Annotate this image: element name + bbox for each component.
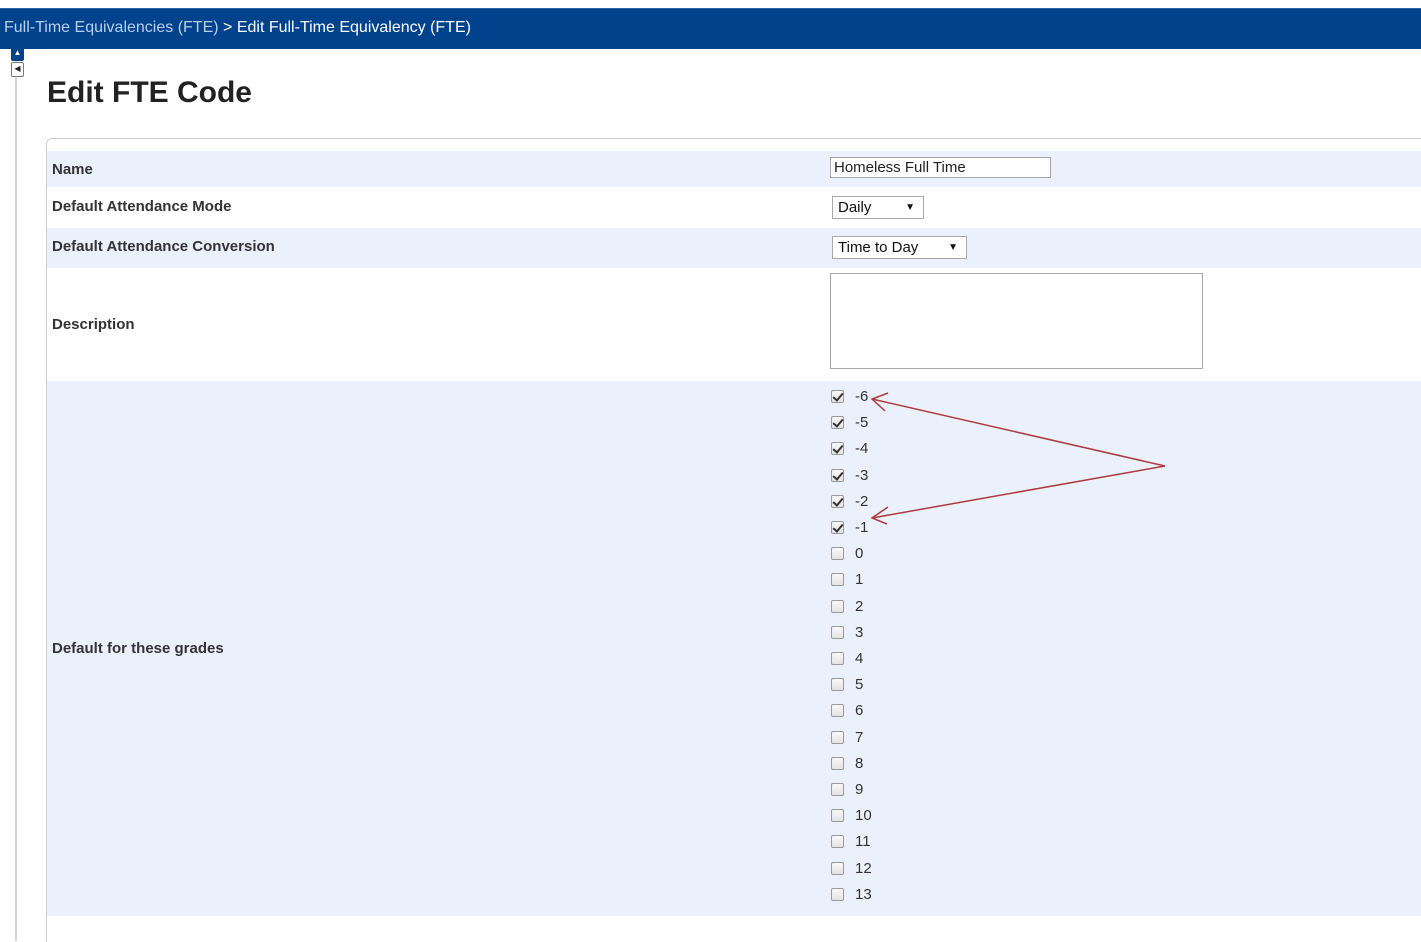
- breadcrumb-bar: Full-Time Equivalencies (FTE) > Edit Ful…: [0, 8, 1421, 49]
- grade-label: 9: [855, 781, 864, 798]
- description-label: Description: [52, 316, 135, 333]
- breadcrumb-current: Edit Full-Time Equivalency (FTE): [236, 19, 471, 36]
- grade-checkbox[interactable]: [831, 652, 844, 665]
- grade-checkbox[interactable]: [831, 600, 844, 613]
- row-grades: Default for these grades: [47, 381, 1421, 916]
- grade-label: -1: [855, 519, 869, 536]
- grade-checkbox[interactable]: [831, 888, 844, 901]
- grade-checkbox[interactable]: [831, 704, 844, 717]
- grade-checkbox[interactable]: [831, 573, 844, 586]
- description-textarea[interactable]: [830, 273, 1203, 369]
- grade-checkbox[interactable]: [831, 626, 844, 639]
- caret-down-icon: ▼: [948, 242, 958, 253]
- attendance-conversion-value: Time to Day: [838, 239, 919, 256]
- grade-label: -2: [855, 493, 869, 510]
- row-name: Name: [47, 151, 1421, 187]
- grade-label: 10: [855, 807, 872, 824]
- left-rail: [15, 46, 17, 941]
- grade-checkbox[interactable]: [831, 678, 844, 691]
- attendance-mode-select[interactable]: Daily ▼: [832, 196, 924, 219]
- page-title: Edit FTE Code: [47, 76, 252, 109]
- grade-checkbox[interactable]: [831, 809, 844, 822]
- grade-label: 11: [855, 833, 871, 850]
- row-attendance-conversion: Default Attendance Conversion: [47, 228, 1421, 268]
- grade-label: 4: [855, 650, 864, 667]
- attendance-mode-label: Default Attendance Mode: [52, 198, 232, 215]
- grade-label: -4: [855, 440, 869, 457]
- grade-label: -6: [855, 388, 869, 405]
- row-description: Description: [47, 268, 1421, 381]
- grade-checkbox[interactable]: [831, 442, 844, 455]
- grade-label: 1: [855, 571, 864, 588]
- collapse-left-icon[interactable]: ◀: [11, 62, 24, 77]
- grade-label: 8: [855, 755, 864, 772]
- grade-label: 6: [855, 702, 864, 719]
- grade-label: 2: [855, 598, 864, 615]
- name-input[interactable]: Homeless Full Time: [830, 157, 1051, 178]
- breadcrumb-link-fte[interactable]: Full-Time Equivalencies (FTE): [4, 19, 219, 36]
- grade-label: -5: [855, 414, 869, 431]
- grade-checkbox[interactable]: [831, 835, 844, 848]
- attendance-conversion-label: Default Attendance Conversion: [52, 238, 275, 255]
- grade-checkbox[interactable]: [831, 416, 844, 429]
- grade-checkbox[interactable]: [831, 757, 844, 770]
- grade-label: 5: [855, 676, 864, 693]
- name-label: Name: [52, 161, 93, 178]
- grade-checkbox[interactable]: [831, 495, 844, 508]
- grades-label: Default for these grades: [52, 640, 224, 657]
- attendance-conversion-select[interactable]: Time to Day ▼: [832, 236, 967, 259]
- breadcrumb-separator: >: [223, 19, 233, 36]
- grade-label: 0: [855, 545, 864, 562]
- collapse-up-icon[interactable]: ▲: [11, 46, 24, 61]
- grade-label: 12: [855, 860, 872, 877]
- grade-label: 7: [855, 729, 864, 746]
- grade-label: 13: [855, 886, 872, 903]
- grade-checkbox[interactable]: [831, 731, 844, 744]
- grade-checkbox[interactable]: [831, 547, 844, 560]
- grade-checkbox[interactable]: [831, 783, 844, 796]
- attendance-mode-value: Daily: [838, 199, 872, 216]
- row-attendance-mode: Default Attendance Mode: [47, 187, 1421, 228]
- grade-label: -3: [855, 467, 869, 484]
- grade-checkbox[interactable]: [831, 390, 844, 403]
- grade-checkbox[interactable]: [831, 521, 844, 534]
- grade-checkbox[interactable]: [831, 862, 844, 875]
- top-bar: Full-Time Equivalencies (FTE) > Edit Ful…: [0, 0, 1421, 49]
- caret-down-icon: ▼: [905, 202, 915, 213]
- grade-checkbox[interactable]: [831, 469, 844, 482]
- grade-label: 3: [855, 624, 864, 641]
- breadcrumb: Full-Time Equivalencies (FTE) > Edit Ful…: [4, 19, 471, 37]
